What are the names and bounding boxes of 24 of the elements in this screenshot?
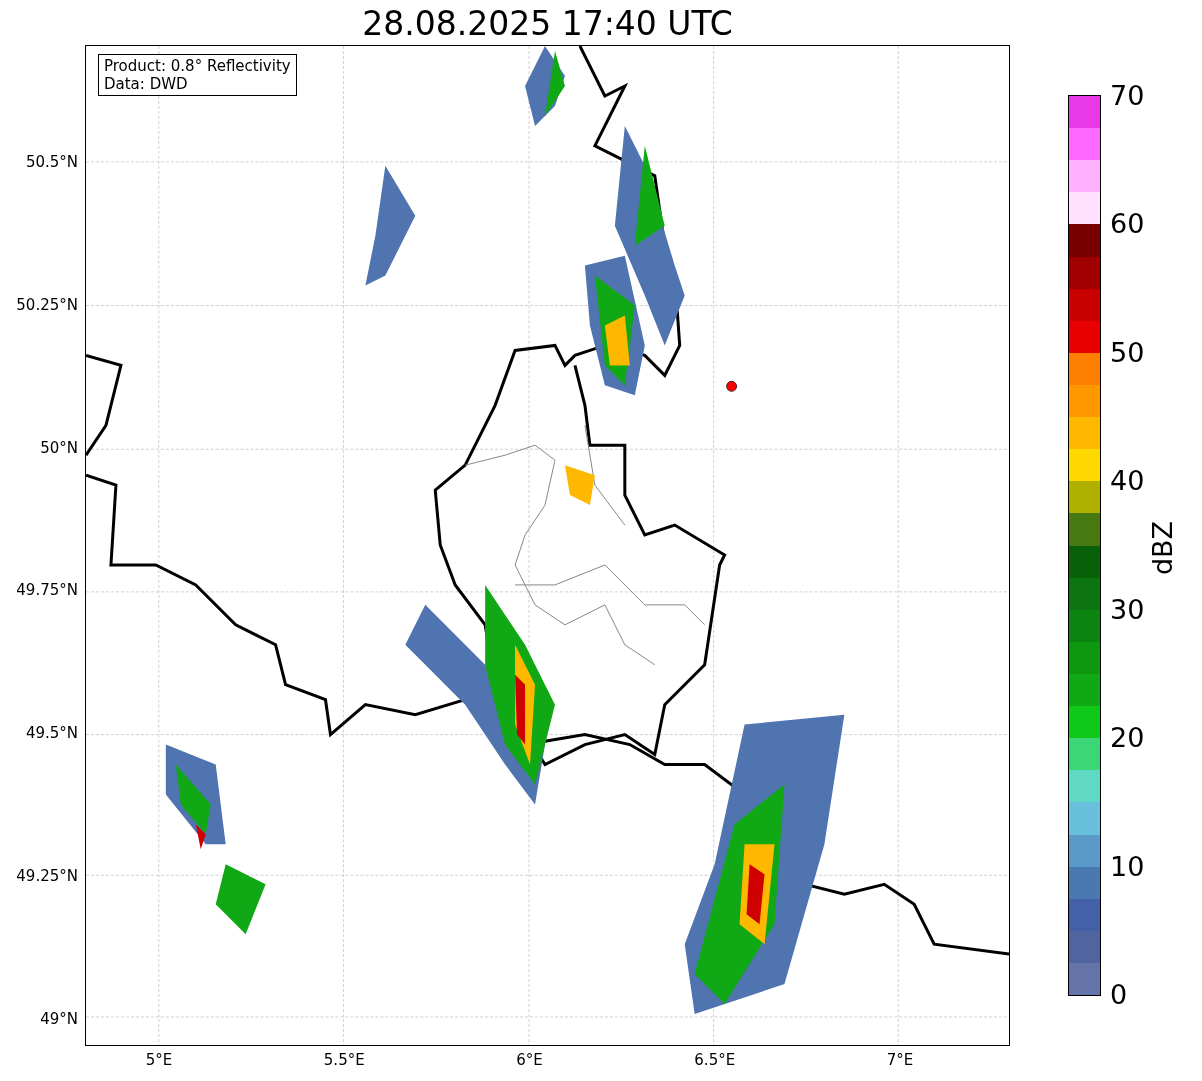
x-axis-tick-label: 7°E <box>886 1050 914 1071</box>
x-axis-tick-label: 5.5°E <box>323 1050 365 1071</box>
x-axis-tick-label: 6.5°E <box>694 1050 736 1071</box>
colorbar-tick-label: 10 <box>1110 851 1145 882</box>
x-axis-tick-label: 6°E <box>516 1050 543 1071</box>
y-axis-tick-label: 50.5°N <box>25 151 78 173</box>
colorbar-tick-label: 20 <box>1110 723 1145 754</box>
colorbar-tick-label: 70 <box>1110 81 1145 111</box>
colorbar-label: dBZ <box>1145 520 1179 576</box>
y-axis-tick-label: 50.25°N <box>16 294 78 316</box>
y-axis-tick-label: 49.75°N <box>16 580 78 602</box>
info-text: Data: DWD <box>104 75 189 93</box>
y-axis-tick-label: 49°N <box>40 1008 78 1030</box>
info-text: Product: 0.8° Reflectivity <box>104 57 291 75</box>
colorbar-tick-label: 0 <box>1110 980 1128 1010</box>
y-axis-tick-label: 49.25°N <box>16 865 78 887</box>
colorbar-tick-label: 40 <box>1110 466 1145 497</box>
colorbar-tick-label: 50 <box>1110 337 1145 368</box>
colorbar-tick-label: 30 <box>1110 594 1145 625</box>
x-axis-tick-label: 5°E <box>145 1050 173 1071</box>
chart-title: 28.08.2025 17:40 UTC <box>361 3 734 45</box>
y-axis-tick-label: 49.5°N <box>25 722 78 744</box>
colorbar-tick-label: 60 <box>1110 209 1145 240</box>
y-axis-tick-label: 50°N <box>40 437 78 459</box>
